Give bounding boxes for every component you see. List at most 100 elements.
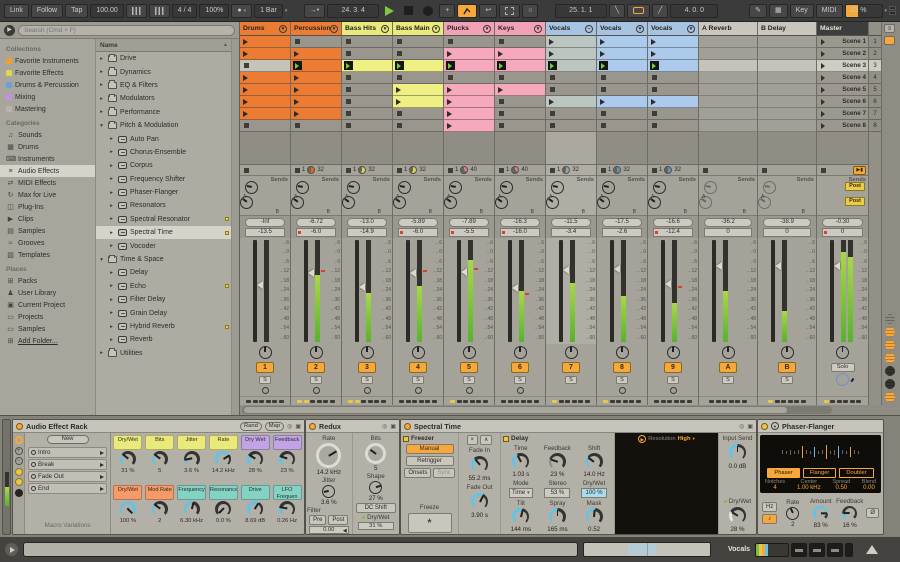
disclosure-arrow-icon[interactable]: ▸ [98, 69, 105, 75]
sidebar-item-max-for-live[interactable]: ↻ Max for Live [0, 189, 95, 201]
crossfade-dash[interactable] [774, 399, 780, 403]
scene-launch-6[interactable]: Scene 6 [817, 96, 868, 108]
crossfade-dash[interactable] [629, 399, 635, 403]
send-a-knob[interactable] [296, 181, 309, 194]
clip-slot[interactable] [342, 120, 392, 132]
clip-slot[interactable] [597, 120, 647, 132]
scene-number-8[interactable]: 8 [869, 120, 881, 132]
send-a-knob[interactable] [763, 181, 776, 194]
macro-knob[interactable] [183, 501, 200, 517]
sidebar-item-templates[interactable]: ▧ Templates [0, 249, 95, 261]
disclosure-arrow-icon[interactable]: ▾ [98, 123, 105, 129]
clip-slot[interactable] [546, 108, 596, 120]
clip-slot[interactable] [495, 96, 545, 108]
mixer-toggle-returns[interactable] [884, 340, 895, 350]
delay-mode-select[interactable]: Time ▾ [508, 488, 533, 498]
variation-fade-out[interactable]: Fade Out [28, 471, 107, 482]
tempo-field[interactable]: 100.00 [90, 3, 124, 18]
macro-knob[interactable] [151, 501, 168, 517]
track-activator-button[interactable]: B [778, 361, 796, 373]
crossfade-dash[interactable] [680, 399, 686, 403]
scene-number-2[interactable]: 2 [869, 48, 881, 60]
freeze-retrigger-button[interactable]: Retrigger [405, 456, 454, 466]
track-header[interactable]: Bass Main ▾ [393, 22, 443, 36]
track-header[interactable]: B Delay [758, 22, 816, 36]
device-thumbnail[interactable] [809, 542, 826, 557]
variation-break[interactable]: Break [28, 459, 107, 470]
disclosure-arrow-icon[interactable]: ▸ [108, 324, 115, 330]
peak-level-field[interactable]: -5.89 [398, 218, 438, 227]
pan-knob[interactable] [564, 345, 578, 359]
automation-arm-button[interactable] [457, 3, 478, 18]
freeze-button[interactable]: * [407, 513, 452, 533]
crossfade-dash[interactable] [354, 399, 360, 403]
scene-launch-2[interactable]: Scene 2 [817, 48, 868, 60]
crossfade-dash[interactable] [578, 399, 584, 403]
dry-wet-slider[interactable]: 31 % [357, 522, 394, 530]
track-stop-button[interactable] [821, 167, 826, 173]
crossfade-dash[interactable] [482, 399, 488, 403]
volume-fader-lane[interactable] [610, 240, 614, 342]
crossfade-dash[interactable] [272, 399, 278, 403]
macro-knob[interactable] [183, 451, 200, 467]
show-variations-icon[interactable] [14, 436, 23, 444]
peak-level-field[interactable]: -11.5 [551, 218, 591, 227]
freezer-enable-checkbox[interactable] [403, 435, 409, 442]
clip-slot[interactable] [597, 60, 647, 72]
clip-slot[interactable] [393, 108, 443, 120]
volume-fader-handle[interactable] [614, 264, 620, 273]
clip-slot[interactable] [495, 108, 545, 120]
track-stop-button[interactable] [762, 167, 767, 173]
disclosure-arrow-icon[interactable]: ▸ [108, 310, 115, 316]
clip-slot[interactable] [597, 84, 647, 96]
clip-slot[interactable] [444, 48, 494, 60]
disclosure-arrow-icon[interactable]: ▾ [98, 257, 105, 263]
send-b-knob[interactable] [393, 196, 406, 209]
time-signature-field[interactable]: 4 / 4 [171, 3, 198, 18]
track-header[interactable]: Vocals − [546, 22, 596, 36]
fade-out-knob[interactable] [471, 493, 488, 510]
save-preset-icon[interactable]: ▣ [295, 423, 301, 430]
show-chains-icon[interactable] [14, 478, 23, 486]
tree-item-pitch-modulation[interactable]: ▾ Pitch & Modulation [96, 119, 232, 132]
draw-mode-button[interactable]: ✎ [749, 3, 768, 18]
device-activator-icon[interactable] [761, 422, 768, 430]
sidebar-item-current-project[interactable]: ▣ Current Project [0, 299, 95, 311]
rack-map-button[interactable]: Map [264, 421, 285, 431]
rack-thumbnail[interactable] [755, 542, 790, 557]
clip-slot[interactable] [240, 96, 290, 108]
disclosure-arrow-icon[interactable]: ▸ [98, 82, 105, 88]
clip-slot[interactable] [648, 96, 698, 108]
preview-volume-knob[interactable] [836, 373, 849, 386]
send-b-knob[interactable] [444, 196, 457, 209]
crossfade-dash[interactable] [456, 399, 462, 403]
scene-number-1[interactable]: 1 [869, 36, 881, 48]
sidebar-item-clips[interactable]: ▶ Clips [0, 213, 95, 225]
peak-level-field[interactable]: -17.5 [602, 218, 642, 227]
macro-knob[interactable] [247, 501, 264, 517]
crossfade-dash[interactable] [316, 399, 322, 403]
clip-playing-button[interactable] [292, 61, 302, 70]
play-button[interactable] [385, 5, 395, 16]
delay-time-knob[interactable] [512, 453, 530, 470]
clip-slot[interactable] [648, 60, 698, 72]
send-a-knob[interactable] [704, 181, 717, 194]
session-horizontal-scrollbar[interactable] [242, 406, 832, 414]
crossfade-dash[interactable] [565, 399, 571, 403]
peak-level-field[interactable]: -0.30 [822, 218, 863, 227]
phaser-flanger-title-bar[interactable]: ▾ Phaser-Flanger [758, 420, 883, 433]
clip-slot[interactable] [495, 36, 545, 48]
crossfade-dash[interactable] [741, 399, 747, 403]
clip-slot[interactable] [342, 36, 392, 48]
send-b-knob[interactable] [648, 196, 661, 209]
mixer-toggle-crossfader[interactable] [884, 379, 895, 389]
clip-slot[interactable] [648, 48, 698, 60]
re-enable-automation-button[interactable]: ↩ [479, 3, 498, 18]
variation-launch-icon[interactable] [100, 462, 104, 467]
delay-shift-knob[interactable] [585, 453, 603, 470]
disclosure-arrow-icon[interactable]: ▸ [108, 136, 115, 142]
dc-shift-button[interactable]: DC Shift [355, 503, 396, 513]
show-macros-icon[interactable] [14, 467, 23, 476]
track-activator-button[interactable]: 8 [613, 361, 631, 373]
clip-slot[interactable] [240, 120, 290, 132]
